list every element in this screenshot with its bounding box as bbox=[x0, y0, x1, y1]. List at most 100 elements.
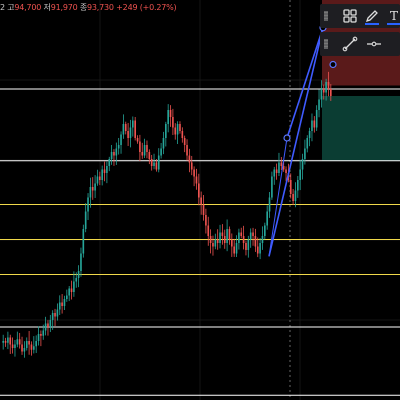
candle-body bbox=[127, 131, 129, 138]
candle-body bbox=[120, 134, 122, 145]
candle-body bbox=[329, 89, 332, 96]
candle-body bbox=[16, 339, 19, 345]
settings-grid-icon[interactable] bbox=[340, 6, 360, 26]
candle-body bbox=[35, 341, 38, 347]
candle-body bbox=[54, 313, 56, 317]
candle-body bbox=[254, 236, 257, 247]
candle-body bbox=[32, 346, 35, 350]
candle-body bbox=[122, 124, 125, 135]
ohlc-close-value: 93,730 bbox=[87, 3, 114, 12]
candle-body bbox=[155, 162, 158, 170]
candle-body bbox=[280, 162, 283, 166]
candle-body bbox=[40, 334, 42, 336]
horizontal-ray-icon[interactable] bbox=[364, 34, 384, 54]
candle-body bbox=[73, 281, 75, 292]
candle-body bbox=[205, 215, 207, 226]
candle-body bbox=[242, 236, 245, 243]
candle-body bbox=[268, 197, 271, 212]
candle-body bbox=[61, 302, 63, 306]
drawing-toolbar-bottom bbox=[320, 32, 400, 56]
candle-body bbox=[148, 152, 151, 159]
candle-body bbox=[296, 180, 299, 191]
candle-body bbox=[228, 229, 231, 240]
candle-body bbox=[103, 169, 106, 173]
candle-body bbox=[179, 124, 181, 131]
candle-body bbox=[134, 120, 137, 138]
text-color-underline bbox=[387, 23, 400, 25]
candle-body bbox=[84, 211, 87, 229]
candle-body bbox=[129, 127, 132, 138]
candle-body bbox=[233, 246, 236, 254]
candle-body bbox=[174, 127, 177, 135]
candle-body bbox=[186, 145, 188, 156]
candle-body bbox=[169, 110, 172, 117]
candle-body bbox=[115, 148, 118, 156]
candle-body bbox=[82, 229, 85, 254]
profit-zone[interactable] bbox=[322, 96, 400, 161]
candle-body bbox=[96, 176, 99, 184]
candle-body bbox=[9, 337, 12, 345]
candle-body bbox=[176, 124, 179, 135]
candle-body bbox=[4, 341, 7, 343]
candle-body bbox=[65, 295, 68, 299]
candle-body bbox=[304, 148, 306, 159]
channel-handle[interactable] bbox=[283, 134, 291, 142]
candle-body bbox=[108, 159, 111, 166]
pencil-icon[interactable] bbox=[362, 6, 382, 26]
drag-handle-icon[interactable] bbox=[324, 11, 328, 21]
candle-body bbox=[21, 344, 23, 352]
candle-body bbox=[80, 253, 82, 271]
ohlc-change: +249 (+0.27%) bbox=[116, 3, 177, 12]
candle-body bbox=[240, 232, 243, 236]
candle-body bbox=[216, 239, 219, 243]
drag-handle-icon[interactable] bbox=[324, 39, 328, 49]
candle-body bbox=[263, 225, 266, 236]
candle-body bbox=[106, 166, 108, 173]
trendline-icon[interactable] bbox=[340, 34, 360, 54]
candle-body bbox=[141, 152, 144, 156]
candle-body bbox=[315, 110, 318, 128]
candle-body bbox=[77, 271, 80, 278]
candle-body bbox=[207, 225, 210, 236]
candle-body bbox=[306, 138, 309, 149]
candle-body bbox=[235, 243, 238, 254]
candle-body bbox=[261, 236, 264, 243]
candle-body bbox=[301, 159, 304, 170]
price-chart[interactable] bbox=[0, 0, 400, 400]
candle-body bbox=[91, 187, 94, 191]
candle-body bbox=[101, 169, 104, 180]
candle-body bbox=[292, 194, 294, 201]
candle-body bbox=[63, 299, 66, 306]
candle-body bbox=[221, 232, 224, 236]
channel-lower-line bbox=[268, 27, 324, 257]
ohlc-high-value: 94,700 bbox=[14, 3, 42, 12]
candle-body bbox=[150, 159, 153, 166]
candle-body bbox=[214, 239, 217, 247]
candle-body bbox=[188, 155, 191, 163]
candle-body bbox=[164, 124, 167, 138]
candle-body bbox=[259, 243, 261, 254]
candle-body bbox=[94, 183, 96, 191]
ohlc-readout: 2 고94,700 저91,970 종93,730 +249 (+0.27%) bbox=[0, 2, 177, 16]
candle-body bbox=[30, 344, 33, 350]
candle-body bbox=[202, 204, 205, 215]
candles bbox=[2, 71, 332, 358]
candle-body bbox=[75, 278, 78, 282]
candle-body bbox=[87, 197, 89, 212]
channel-handle[interactable] bbox=[329, 60, 337, 69]
candle-body bbox=[131, 120, 134, 128]
candle-body bbox=[275, 169, 278, 173]
candle-body bbox=[256, 246, 259, 254]
candle-body bbox=[219, 232, 221, 243]
candle-body bbox=[223, 236, 226, 243]
candle-body bbox=[195, 176, 198, 184]
candle-body bbox=[325, 82, 327, 93]
drawing-toolbar-top: T bbox=[320, 4, 400, 28]
text-glyph: T bbox=[389, 9, 398, 23]
candle-body bbox=[273, 169, 276, 177]
candle-body bbox=[294, 190, 297, 201]
candle-body bbox=[245, 243, 247, 250]
text-icon[interactable]: T bbox=[384, 6, 400, 26]
candle-body bbox=[190, 162, 193, 170]
candle-body bbox=[44, 323, 47, 331]
